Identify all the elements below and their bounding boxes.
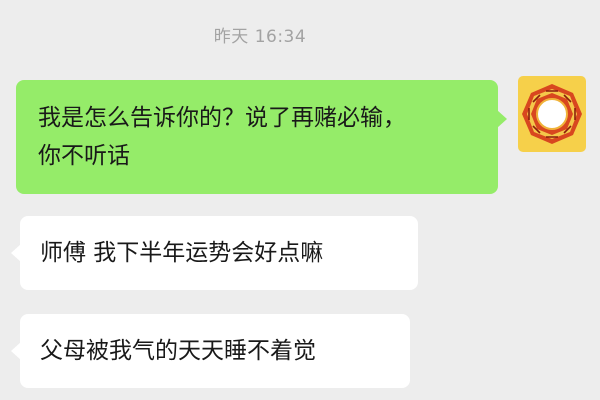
message-text: 父母被我气的天天睡不着觉 xyxy=(40,338,316,364)
incoming-message-bubble[interactable]: 父母被我气的天天睡不着觉 xyxy=(11,314,410,388)
bagua-icon xyxy=(518,76,586,152)
outgoing-message-bubble[interactable]: 我是怎么告诉你的？说了再赌必输， 你不听话 xyxy=(16,80,507,194)
message-line: 你不听话 xyxy=(38,143,130,169)
message-timestamp: 昨天 16:34 xyxy=(213,27,307,47)
message-line: 我是怎么告诉你的？说了再赌必输， xyxy=(38,105,406,131)
chat-panel: 昨天 16:34 我是怎么告诉你的？说了再赌必输， 你不听话 师傅 我下半年运势… xyxy=(0,0,600,400)
incoming-message-bubble[interactable]: 师傅 我下半年运势会好点嘛 xyxy=(11,216,418,290)
message-text: 师傅 我下半年运势会好点嘛 xyxy=(40,240,324,266)
avatar[interactable] xyxy=(518,76,586,152)
